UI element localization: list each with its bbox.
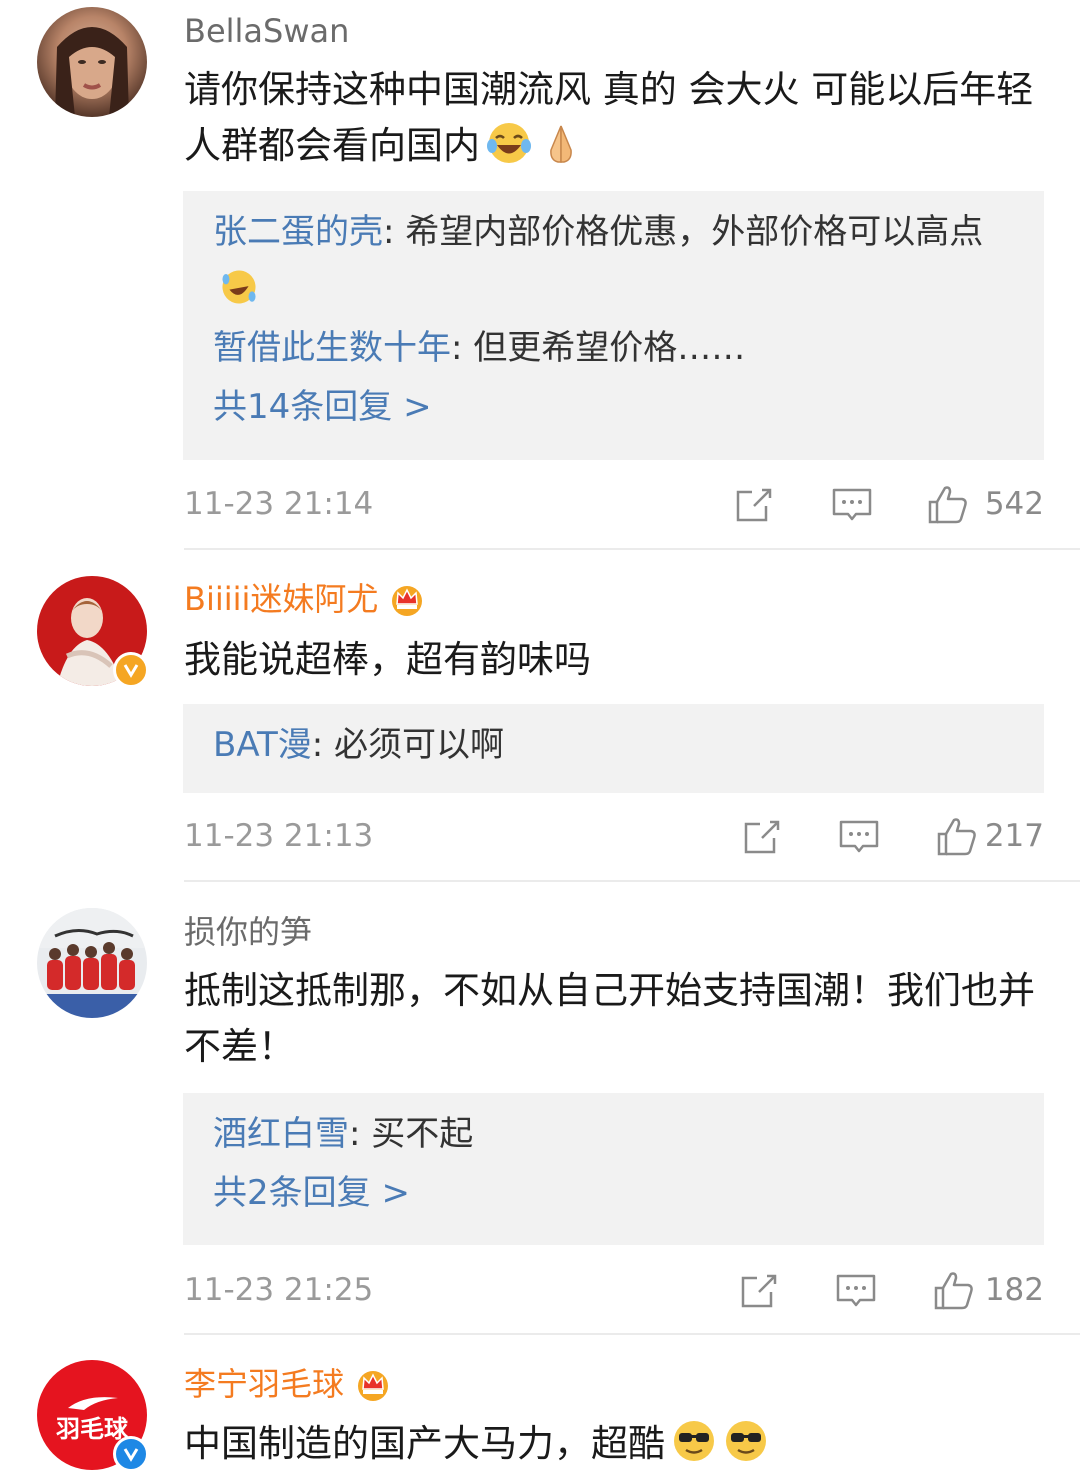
avatar[interactable] xyxy=(37,7,147,117)
reply-username[interactable]: 暂借此生数十年 xyxy=(213,328,451,368)
reply-item[interactable]: BAT漫: 必须可以啊 xyxy=(213,716,1014,774)
reply-text: : 必须可以啊 xyxy=(311,725,504,765)
username[interactable]: Biiiii迷妹阿尤 xyxy=(184,579,426,619)
share-icon[interactable] xyxy=(740,814,784,858)
divider xyxy=(184,1333,1080,1335)
comment-text-content: 请你保持这种中国潮流风 真的 会大火 可能以后年轻人群都会看向国内 xyxy=(184,68,1034,167)
comment-icon[interactable] xyxy=(830,482,874,526)
reply-text: : 希望内部价格优惠，外部价格可以高点 xyxy=(383,212,984,252)
avatar[interactable] xyxy=(37,908,147,1018)
vip-crown-icon xyxy=(392,586,423,616)
comment-text-content: 抵制这抵制那，不如从自己开始支持国潮！我们也并不差！ xyxy=(184,969,1035,1068)
reply-item[interactable]: 暂借此生数十年: 但更希望价格…… xyxy=(213,319,1014,377)
reply-item[interactable]: 酒红白雪: 买不起 xyxy=(213,1105,1014,1163)
reply-box[interactable]: 张二蛋的壳: 希望内部价格优惠，外部价格可以高点 暂借此生数十年: 但更希望价格… xyxy=(183,191,1044,460)
username-text[interactable]: Biiiii迷妹阿尤 xyxy=(184,579,378,619)
reply-box[interactable]: 酒红白雪: 买不起 共2条回复 > xyxy=(183,1093,1044,1245)
laughing-tears-emoji-icon xyxy=(487,123,531,163)
comment-icon[interactable] xyxy=(837,814,881,858)
comment-feed: BellaSwan 请你保持这种中国潮流风 真的 会大火 可能以后年轻人群都会看… xyxy=(0,0,1080,1474)
reply-text: : 但更希望价格…… xyxy=(451,328,746,368)
divider xyxy=(184,548,1080,550)
like-count: 182 xyxy=(984,1272,1044,1308)
comment-text-content: 中国制造的国产大马力，超酷 xyxy=(184,1422,665,1465)
like-thumb-icon[interactable] xyxy=(935,814,979,858)
reply-item[interactable]: 张二蛋的壳: 希望内部价格优惠，外部价格可以高点 xyxy=(213,203,1014,319)
comment-footer: 11-23 21:14 542 xyxy=(184,482,1044,530)
comment-text: 请你保持这种中国潮流风 真的 会大火 可能以后年轻人群都会看向国内 xyxy=(184,62,1054,174)
pray-hands-emoji-icon xyxy=(550,125,572,163)
rolling-laugh-emoji-icon xyxy=(222,270,256,304)
sunglasses-emoji-icon xyxy=(726,1421,766,1461)
username[interactable]: 李宁羽毛球 xyxy=(184,1364,392,1404)
comment-text: 抵制这抵制那，不如从自己开始支持国潮！我们也并不差！ xyxy=(184,963,1054,1075)
like-thumb-icon[interactable] xyxy=(932,1268,976,1312)
sunglasses-emoji-icon xyxy=(674,1421,714,1461)
avatar-brand-text: 羽毛球 xyxy=(56,1415,128,1443)
reply-username[interactable]: 酒红白雪 xyxy=(213,1114,349,1154)
avatar[interactable]: 羽毛球 xyxy=(37,1360,149,1472)
username[interactable]: 损你的笋 xyxy=(184,912,312,952)
username-text[interactable]: BellaSwan xyxy=(184,11,349,51)
share-icon[interactable] xyxy=(732,482,776,526)
timestamp: 11-23 21:25 xyxy=(184,1272,374,1308)
timestamp: 11-23 21:14 xyxy=(184,486,374,522)
like-count: 542 xyxy=(984,486,1044,522)
comment-text-content: 我能说超棒，超有韵味吗 xyxy=(184,638,591,681)
share-icon[interactable] xyxy=(737,1268,781,1312)
reply-text: : 买不起 xyxy=(349,1114,474,1154)
username[interactable]: BellaSwan xyxy=(184,11,349,51)
comment-text: 我能说超棒，超有韵味吗 xyxy=(184,632,1054,688)
reply-username[interactable]: 张二蛋的壳 xyxy=(213,212,383,252)
timestamp: 11-23 21:13 xyxy=(184,818,374,854)
like-count: 217 xyxy=(984,818,1044,854)
comment-footer: 11-23 21:25 182 xyxy=(184,1268,1044,1316)
more-replies-link[interactable]: 共2条回复 > xyxy=(213,1163,1014,1223)
comment-text: 中国制造的国产大马力，超酷 xyxy=(184,1416,1054,1472)
verified-badge-icon xyxy=(113,652,149,688)
avatar[interactable] xyxy=(37,576,149,688)
username-text[interactable]: 李宁羽毛球 xyxy=(184,1364,344,1404)
comment-icon[interactable] xyxy=(834,1268,878,1312)
more-replies-link[interactable]: 共14条回复 > xyxy=(213,377,1014,437)
vip-crown-icon xyxy=(358,1371,389,1401)
username-text[interactable]: 损你的笋 xyxy=(184,912,312,952)
verified-badge-icon xyxy=(113,1436,149,1472)
reply-box[interactable]: BAT漫: 必须可以啊 xyxy=(183,704,1044,793)
divider xyxy=(184,880,1080,882)
like-thumb-icon[interactable] xyxy=(926,482,970,526)
comment-footer: 11-23 21:13 217 xyxy=(184,814,1044,862)
reply-username[interactable]: BAT漫 xyxy=(213,725,312,765)
